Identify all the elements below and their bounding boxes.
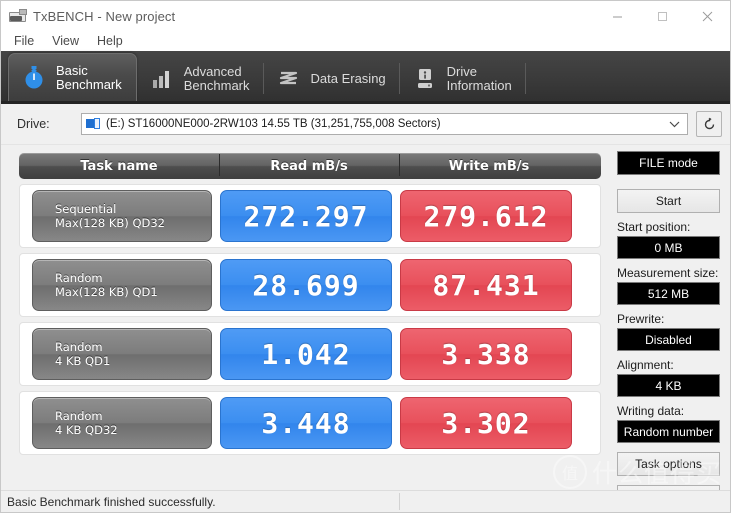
tab-label-line2: Benchmark	[183, 77, 250, 93]
write-value: 279.612	[400, 190, 572, 242]
refresh-icon	[704, 117, 714, 129]
drive-label: Drive:	[17, 117, 50, 131]
read-value: 28.699	[220, 259, 392, 311]
drive-info-icon	[412, 66, 438, 92]
status-bar: Basic Benchmark finished successfully.	[1, 490, 730, 512]
column-header-write: Write mB/s	[399, 153, 579, 176]
tab-basic-benchmark[interactable]: Basic Benchmark	[8, 53, 137, 101]
table-row: Sequential Max(128 KB) QD32 272.297 279.…	[19, 184, 601, 248]
column-header-read: Read mB/s	[219, 153, 399, 176]
task-name-line1: Random	[55, 340, 103, 354]
task-name-line2: 4 KB QD1	[55, 354, 111, 368]
drive-select[interactable]: (E:) ST16000NE000-2RW103 14.55 TB (31,25…	[81, 113, 688, 135]
table-header-row: Task name Read mB/s Write mB/s	[19, 153, 601, 179]
read-value: 272.297	[220, 190, 392, 242]
drive-select-value: (E:) ST16000NE000-2RW103 14.55 TB (31,25…	[106, 118, 441, 130]
menu-item-view[interactable]: View	[47, 33, 88, 50]
hard-drive-icon	[86, 118, 100, 130]
task-name-line2: Max(128 KB) QD1	[55, 285, 158, 299]
task-name-line2: Max(128 KB) QD32	[55, 216, 165, 230]
task-name-cell[interactable]: Random 4 KB QD32	[32, 397, 212, 449]
write-value: 3.302	[400, 397, 572, 449]
tab-label: Data Erasing	[310, 70, 386, 86]
tab-label: Basic Benchmark	[56, 62, 122, 92]
task-name-line1: Sequential	[55, 202, 117, 216]
status-message: Basic Benchmark finished successfully.	[7, 494, 216, 509]
options-panel: FILE mode Start Start position: 0 MB Mea…	[611, 145, 730, 509]
drive-select-row: Drive: (E:) ST16000NE000-2RW103 14.55 TB…	[1, 104, 730, 145]
tab-label-line1: Data Erasing	[310, 70, 386, 86]
status-divider	[399, 493, 400, 510]
task-name-line1: Random	[55, 271, 103, 285]
tab-label-line1: Basic	[56, 62, 88, 78]
table-row: Random 4 KB QD32 3.448 3.302	[19, 391, 601, 455]
maximize-button[interactable]	[640, 1, 685, 31]
alignment-field[interactable]: 4 KB	[617, 374, 720, 397]
wave-icon	[276, 66, 302, 92]
menu-item-help[interactable]: Help	[92, 33, 132, 50]
benchmark-table: Task name Read mB/s Write mB/s Sequentia…	[1, 145, 611, 497]
read-value: 3.448	[220, 397, 392, 449]
writing-data-label: Writing data:	[617, 404, 685, 418]
tab-label-line1: Drive	[446, 63, 477, 79]
tab-label-line1: Advanced	[183, 63, 242, 79]
task-name-cell[interactable]: Random Max(128 KB) QD1	[32, 259, 212, 311]
tab-label-line2: Benchmark	[56, 76, 122, 92]
table-row: Random Max(128 KB) QD1 28.699 87.431	[19, 253, 601, 317]
write-value: 3.338	[400, 328, 572, 380]
write-value: 87.431	[400, 259, 572, 311]
chevron-down-icon	[669, 114, 680, 134]
menu-item-file[interactable]: File	[9, 33, 43, 50]
alignment-label: Alignment:	[617, 358, 674, 372]
app-drive-icon	[9, 9, 27, 23]
tab-data-erasing[interactable]: Data Erasing	[264, 56, 400, 101]
tab-label: Advanced Benchmark	[183, 63, 250, 93]
task-name-cell[interactable]: Random 4 KB QD1	[32, 328, 212, 380]
task-name-cell[interactable]: Sequential Max(128 KB) QD32	[32, 190, 212, 242]
prewrite-label: Prewrite:	[617, 312, 665, 326]
tab-strip: Basic Benchmark Advanced Benchmark Data …	[1, 51, 730, 104]
writing-data-field[interactable]: Random number	[617, 420, 720, 443]
tab-advanced-benchmark[interactable]: Advanced Benchmark	[137, 56, 264, 101]
window-title: TxBENCH - New project	[33, 8, 176, 24]
window-controls	[595, 1, 730, 31]
minimize-button[interactable]	[595, 1, 640, 31]
task-options-button[interactable]: Task options	[617, 452, 720, 476]
refresh-drive-button[interactable]	[696, 111, 722, 137]
measurement-size-field[interactable]: 512 MB	[617, 282, 720, 305]
txbench-window: TxBENCH - New project File View Help Bas…	[0, 0, 731, 513]
file-mode-field[interactable]: FILE mode	[617, 151, 720, 175]
read-value: 1.042	[220, 328, 392, 380]
prewrite-field[interactable]: Disabled	[617, 328, 720, 351]
task-name-line2: 4 KB QD32	[55, 423, 118, 437]
close-button[interactable]	[685, 1, 730, 31]
column-header-task-name: Task name	[80, 158, 158, 174]
tab-drive-information[interactable]: Drive Information	[400, 56, 526, 101]
stopwatch-icon	[21, 65, 47, 91]
start-position-field[interactable]: 0 MB	[617, 236, 720, 259]
measurement-size-label: Measurement size:	[617, 266, 719, 280]
tab-label-line2: Information	[446, 77, 512, 93]
title-bar: TxBENCH - New project	[1, 1, 730, 31]
main-body: Task name Read mB/s Write mB/s Sequentia…	[1, 145, 730, 509]
menu-bar: File View Help	[1, 31, 730, 51]
bar-chart-icon	[149, 66, 175, 92]
task-name-line1: Random	[55, 409, 103, 423]
start-button[interactable]: Start	[617, 189, 720, 213]
tab-label: Drive Information	[446, 63, 512, 93]
table-row: Random 4 KB QD1 1.042 3.338	[19, 322, 601, 386]
start-position-label: Start position:	[617, 220, 691, 234]
